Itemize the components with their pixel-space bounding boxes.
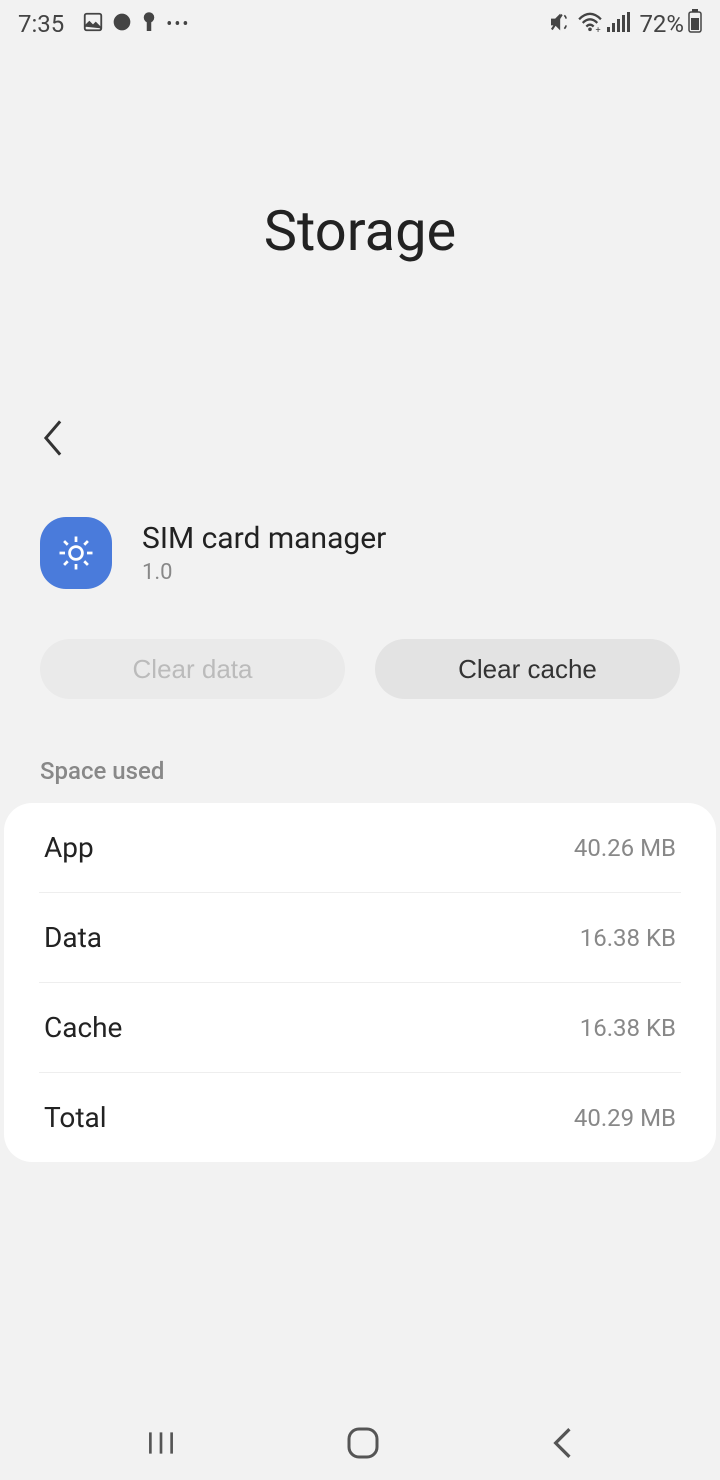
nav-recents-icon[interactable]	[144, 1426, 178, 1464]
clock: 7:35	[18, 10, 64, 38]
row-value: 16.38 KB	[580, 924, 676, 952]
status-bar: 7:35 ••• + 72%	[0, 0, 720, 48]
row-cache: Cache 16.38 KB	[4, 983, 716, 1072]
clear-cache-button[interactable]: Clear cache	[375, 639, 680, 699]
row-value: 40.26 MB	[574, 834, 676, 862]
row-data: Data 16.38 KB	[4, 893, 716, 982]
app-header: SIM card manager 1.0	[0, 497, 720, 619]
navigation-bar	[0, 1410, 720, 1480]
row-total: Total 40.29 MB	[4, 1073, 716, 1162]
keyhole-icon	[140, 11, 158, 38]
page-title: Storage	[0, 48, 720, 414]
row-app: App 40.26 MB	[4, 803, 716, 892]
nav-home-icon[interactable]	[345, 1425, 381, 1465]
mute-vibrate-icon	[549, 10, 573, 38]
svg-text:+: +	[596, 26, 601, 32]
status-left: 7:35 •••	[18, 10, 191, 38]
row-label: Total	[44, 1101, 107, 1134]
app-gear-icon	[40, 517, 112, 589]
battery-percent: 72%	[639, 10, 684, 38]
more-icon: •••	[166, 14, 190, 35]
battery-icon	[688, 9, 702, 39]
circle-icon	[112, 12, 132, 37]
row-value: 40.29 MB	[574, 1104, 676, 1132]
signal-icon	[607, 10, 631, 38]
app-name: SIM card manager	[142, 521, 680, 556]
clear-data-button: Clear data	[40, 639, 345, 699]
back-button[interactable]	[40, 419, 680, 467]
wifi-icon: +	[577, 10, 603, 38]
row-value: 16.38 KB	[580, 1014, 676, 1042]
section-header-space-used: Space used	[0, 739, 720, 803]
nav-back-icon[interactable]	[548, 1426, 576, 1464]
space-used-card: App 40.26 MB Data 16.38 KB Cache 16.38 K…	[4, 803, 716, 1162]
row-label: App	[44, 831, 94, 864]
status-right: + 72%	[549, 9, 702, 39]
row-label: Data	[44, 921, 102, 954]
app-version: 1.0	[142, 560, 680, 585]
image-icon	[82, 11, 104, 38]
row-label: Cache	[44, 1011, 122, 1044]
